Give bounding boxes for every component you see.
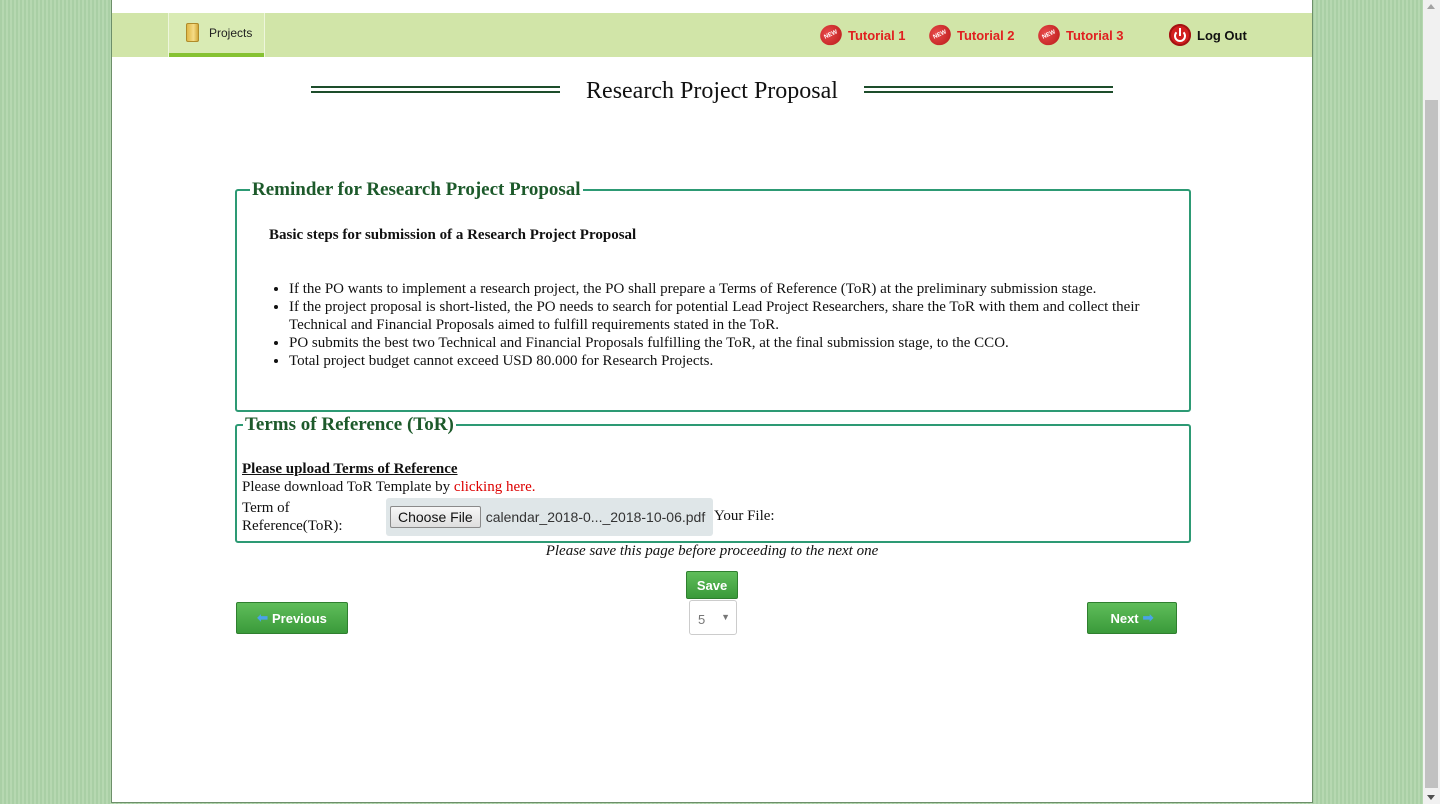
save-label: Save xyxy=(696,577,728,593)
next-button[interactable]: Next ➡ xyxy=(1087,602,1177,634)
power-icon xyxy=(1169,24,1191,46)
tor-file-input[interactable]: Choose File calendar_2018-0..._2018-10-0… xyxy=(386,498,713,536)
new-badge-icon: NEW xyxy=(816,21,846,49)
list-item: Total project budget cannot exceed USD 8… xyxy=(289,352,1169,370)
tor-panel: Terms of Reference (ToR) Please upload T… xyxy=(235,414,1191,543)
reminder-legend: Reminder for Research Project Proposal xyxy=(252,179,581,200)
new-badge-icon: NEW xyxy=(925,21,955,49)
your-file-label: Your File: xyxy=(714,508,775,524)
page-select[interactable]: 5 ▼ xyxy=(689,600,737,635)
tutorial-1-link[interactable]: NEW Tutorial 1 xyxy=(816,21,906,49)
tutorial-3-label: Tutorial 3 xyxy=(1066,27,1124,43)
tutorial-2-link[interactable]: NEW Tutorial 2 xyxy=(925,21,1015,49)
scroll-up-icon[interactable] xyxy=(1427,4,1435,9)
previous-label: Previous xyxy=(271,610,327,626)
save-note: Please save this page before proceeding … xyxy=(545,543,879,559)
tab-projects[interactable]: Projects xyxy=(168,13,265,57)
reminder-panel: Reminder for Research Project Proposal B… xyxy=(235,179,1191,412)
download-text: Please download ToR Template by xyxy=(242,479,454,495)
arrow-left-icon: ⬅ xyxy=(257,610,268,625)
main-page: Projects NEW Tutorial 1 NEW Tutorial 2 N… xyxy=(111,0,1313,803)
download-line: Please download ToR Template by clicking… xyxy=(242,479,536,496)
list-item: If the project proposal is short-listed,… xyxy=(289,298,1169,334)
tutorial-3-link[interactable]: NEW Tutorial 3 xyxy=(1034,21,1124,49)
steps-title: Basic steps for submission of a Research… xyxy=(269,227,637,243)
top-nav-bar: Projects NEW Tutorial 1 NEW Tutorial 2 N… xyxy=(112,13,1312,57)
active-tab-indicator xyxy=(169,53,264,57)
download-template-link[interactable]: clicking here. xyxy=(454,479,536,495)
logout-button[interactable]: Log Out xyxy=(1169,24,1247,46)
scroll-thumb[interactable] xyxy=(1425,100,1438,788)
page-select-value: 5 xyxy=(698,612,706,627)
choose-file-button[interactable]: Choose File xyxy=(390,506,481,528)
list-item: If the PO wants to implement a research … xyxy=(289,280,1169,298)
folder-icon xyxy=(186,23,199,42)
logout-label: Log Out xyxy=(1197,27,1247,43)
arrow-right-icon: ➡ xyxy=(1142,610,1154,625)
selected-file-name: calendar_2018-0..._2018-10-06.pdf xyxy=(485,509,706,525)
tutorial-2-label: Tutorial 2 xyxy=(957,27,1015,43)
tor-field-label: Term of Reference(ToR): xyxy=(242,500,343,534)
previous-button[interactable]: ⬅ Previous xyxy=(236,602,348,634)
new-badge-icon: NEW xyxy=(1034,21,1064,49)
tor-legend: Terms of Reference (ToR) xyxy=(245,414,454,435)
upload-title: Please upload Terms of Reference xyxy=(242,461,458,477)
tab-projects-label: Projects xyxy=(209,26,253,40)
next-label: Next xyxy=(1110,610,1139,626)
save-button[interactable]: Save xyxy=(686,571,738,599)
scroll-down-icon[interactable] xyxy=(1427,795,1435,800)
chevron-down-icon: ▼ xyxy=(721,612,730,622)
tutorial-1-label: Tutorial 1 xyxy=(848,27,906,43)
title-divider-right xyxy=(864,86,1113,93)
list-item: PO submits the best two Technical and Fi… xyxy=(289,334,1169,352)
steps-list: If the PO wants to implement a research … xyxy=(289,280,1169,370)
vertical-scrollbar[interactable] xyxy=(1423,0,1440,804)
